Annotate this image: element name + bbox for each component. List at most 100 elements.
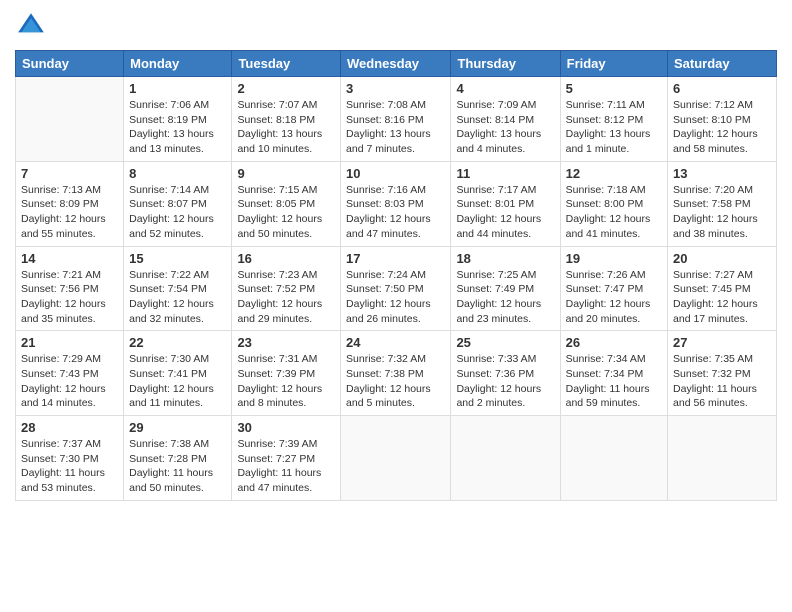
day-info: Sunrise: 7:39 AMSunset: 7:27 PMDaylight:… <box>237 437 335 496</box>
day-info: Sunrise: 7:18 AMSunset: 8:00 PMDaylight:… <box>566 183 662 242</box>
day-number: 27 <box>673 335 771 350</box>
day-number: 7 <box>21 166 118 181</box>
day-info: Sunrise: 7:37 AMSunset: 7:30 PMDaylight:… <box>21 437 118 496</box>
calendar-cell <box>668 416 777 501</box>
header-row: SundayMondayTuesdayWednesdayThursdayFrid… <box>16 51 777 77</box>
calendar-cell: 6Sunrise: 7:12 AMSunset: 8:10 PMDaylight… <box>668 77 777 162</box>
day-info: Sunrise: 7:06 AMSunset: 8:19 PMDaylight:… <box>129 98 226 157</box>
calendar-cell <box>16 77 124 162</box>
calendar-cell: 29 Sunrise: 7:38 AMSunset: 7:28 PMDayligh… <box>124 416 232 501</box>
day-number: 2 <box>237 81 335 96</box>
day-info: Sunrise: 7:32 AMSunset: 7:38 PMDaylight:… <box>346 352 445 411</box>
calendar-week: 28 Sunrise: 7:37 AMSunset: 7:30 PMDayligh… <box>16 416 777 501</box>
day-info: Sunrise: 7:29 AMSunset: 7:43 PMDaylight:… <box>21 352 118 411</box>
calendar-cell: 17 Sunrise: 7:24 AMSunset: 7:50 PMDayligh… <box>341 246 451 331</box>
day-info: Sunrise: 7:21 AMSunset: 7:56 PMDaylight:… <box>21 268 118 327</box>
day-info: Sunrise: 7:14 AMSunset: 8:07 PMDaylight:… <box>129 183 226 242</box>
day-info: Sunrise: 7:15 AMSunset: 8:05 PMDaylight:… <box>237 183 335 242</box>
calendar-cell: 22Sunrise: 7:30 AMSunset: 7:41 PMDayligh… <box>124 331 232 416</box>
calendar-week: 7 Sunrise: 7:13 AMSunset: 8:09 PMDaylight… <box>16 161 777 246</box>
calendar-cell: 7 Sunrise: 7:13 AMSunset: 8:09 PMDaylight… <box>16 161 124 246</box>
header-day: Friday <box>560 51 667 77</box>
day-number: 3 <box>346 81 445 96</box>
day-number: 16 <box>237 251 335 266</box>
header-day: Tuesday <box>232 51 341 77</box>
calendar-cell <box>560 416 667 501</box>
day-info: Sunrise: 7:11 AMSunset: 8:12 PMDaylight:… <box>566 98 662 157</box>
header <box>15 10 777 42</box>
logo <box>15 10 51 42</box>
calendar-cell: 27 Sunrise: 7:35 AMSunset: 7:32 PMDayligh… <box>668 331 777 416</box>
calendar-cell: 16 Sunrise: 7:23 AMSunset: 7:52 PMDayligh… <box>232 246 341 331</box>
day-number: 20 <box>673 251 771 266</box>
day-number: 10 <box>346 166 445 181</box>
calendar-cell: 19 Sunrise: 7:26 AMSunset: 7:47 PMDayligh… <box>560 246 667 331</box>
day-number: 26 <box>566 335 662 350</box>
day-number: 22 <box>129 335 226 350</box>
day-number: 29 <box>129 420 226 435</box>
calendar-cell: 15 Sunrise: 7:22 AMSunset: 7:54 PMDayligh… <box>124 246 232 331</box>
calendar-week: 1Sunrise: 7:06 AMSunset: 8:19 PMDaylight… <box>16 77 777 162</box>
calendar-cell: 2 Sunrise: 7:07 AMSunset: 8:18 PMDaylight… <box>232 77 341 162</box>
calendar-cell: 28 Sunrise: 7:37 AMSunset: 7:30 PMDayligh… <box>16 416 124 501</box>
day-info: Sunrise: 7:27 AMSunset: 7:45 PMDaylight:… <box>673 268 771 327</box>
day-info: Sunrise: 7:26 AMSunset: 7:47 PMDaylight:… <box>566 268 662 327</box>
day-number: 11 <box>456 166 554 181</box>
calendar-table: SundayMondayTuesdayWednesdayThursdayFrid… <box>15 50 777 501</box>
day-number: 5 <box>566 81 662 96</box>
calendar-cell: 21Sunrise: 7:29 AMSunset: 7:43 PMDayligh… <box>16 331 124 416</box>
day-info: Sunrise: 7:13 AMSunset: 8:09 PMDaylight:… <box>21 183 118 242</box>
calendar-cell <box>341 416 451 501</box>
calendar-cell: 4 Sunrise: 7:09 AMSunset: 8:14 PMDaylight… <box>451 77 560 162</box>
day-info: Sunrise: 7:25 AMSunset: 7:49 PMDaylight:… <box>456 268 554 327</box>
calendar-cell: 12Sunrise: 7:18 AMSunset: 8:00 PMDayligh… <box>560 161 667 246</box>
calendar-cell: 10Sunrise: 7:16 AMSunset: 8:03 PMDayligh… <box>341 161 451 246</box>
day-info: Sunrise: 7:07 AMSunset: 8:18 PMDaylight:… <box>237 98 335 157</box>
logo-icon <box>15 10 47 42</box>
calendar-week: 21Sunrise: 7:29 AMSunset: 7:43 PMDayligh… <box>16 331 777 416</box>
day-number: 28 <box>21 420 118 435</box>
calendar-cell: 13 Sunrise: 7:20 AMSunset: 7:58 PMDayligh… <box>668 161 777 246</box>
page: SundayMondayTuesdayWednesdayThursdayFrid… <box>0 0 792 612</box>
day-info: Sunrise: 7:24 AMSunset: 7:50 PMDaylight:… <box>346 268 445 327</box>
day-number: 19 <box>566 251 662 266</box>
day-number: 17 <box>346 251 445 266</box>
header-day: Monday <box>124 51 232 77</box>
calendar-cell: 18 Sunrise: 7:25 AMSunset: 7:49 PMDayligh… <box>451 246 560 331</box>
calendar-cell: 8 Sunrise: 7:14 AMSunset: 8:07 PMDaylight… <box>124 161 232 246</box>
calendar-cell: 11Sunrise: 7:17 AMSunset: 8:01 PMDayligh… <box>451 161 560 246</box>
calendar-cell: 1Sunrise: 7:06 AMSunset: 8:19 PMDaylight… <box>124 77 232 162</box>
day-info: Sunrise: 7:35 AMSunset: 7:32 PMDaylight:… <box>673 352 771 411</box>
day-number: 4 <box>456 81 554 96</box>
calendar-week: 14 Sunrise: 7:21 AMSunset: 7:56 PMDayligh… <box>16 246 777 331</box>
day-info: Sunrise: 7:38 AMSunset: 7:28 PMDaylight:… <box>129 437 226 496</box>
calendar-cell: 24Sunrise: 7:32 AMSunset: 7:38 PMDayligh… <box>341 331 451 416</box>
day-number: 8 <box>129 166 226 181</box>
day-info: Sunrise: 7:33 AMSunset: 7:36 PMDaylight:… <box>456 352 554 411</box>
header-day: Thursday <box>451 51 560 77</box>
calendar-cell: 30 Sunrise: 7:39 AMSunset: 7:27 PMDayligh… <box>232 416 341 501</box>
header-day: Saturday <box>668 51 777 77</box>
day-info: Sunrise: 7:23 AMSunset: 7:52 PMDaylight:… <box>237 268 335 327</box>
day-info: Sunrise: 7:20 AMSunset: 7:58 PMDaylight:… <box>673 183 771 242</box>
header-day: Sunday <box>16 51 124 77</box>
day-number: 30 <box>237 420 335 435</box>
day-number: 9 <box>237 166 335 181</box>
calendar-cell: 9 Sunrise: 7:15 AMSunset: 8:05 PMDaylight… <box>232 161 341 246</box>
day-info: Sunrise: 7:08 AMSunset: 8:16 PMDaylight:… <box>346 98 445 157</box>
calendar-cell: 20 Sunrise: 7:27 AMSunset: 7:45 PMDayligh… <box>668 246 777 331</box>
calendar-cell <box>451 416 560 501</box>
day-number: 25 <box>456 335 554 350</box>
day-info: Sunrise: 7:34 AMSunset: 7:34 PMDaylight:… <box>566 352 662 411</box>
calendar-cell: 25 Sunrise: 7:33 AMSunset: 7:36 PMDayligh… <box>451 331 560 416</box>
day-number: 18 <box>456 251 554 266</box>
day-number: 15 <box>129 251 226 266</box>
calendar-cell: 3 Sunrise: 7:08 AMSunset: 8:16 PMDaylight… <box>341 77 451 162</box>
day-number: 13 <box>673 166 771 181</box>
header-day: Wednesday <box>341 51 451 77</box>
day-number: 14 <box>21 251 118 266</box>
calendar-cell: 26 Sunrise: 7:34 AMSunset: 7:34 PMDayligh… <box>560 331 667 416</box>
day-info: Sunrise: 7:22 AMSunset: 7:54 PMDaylight:… <box>129 268 226 327</box>
day-info: Sunrise: 7:12 AMSunset: 8:10 PMDaylight:… <box>673 98 771 157</box>
day-info: Sunrise: 7:09 AMSunset: 8:14 PMDaylight:… <box>456 98 554 157</box>
